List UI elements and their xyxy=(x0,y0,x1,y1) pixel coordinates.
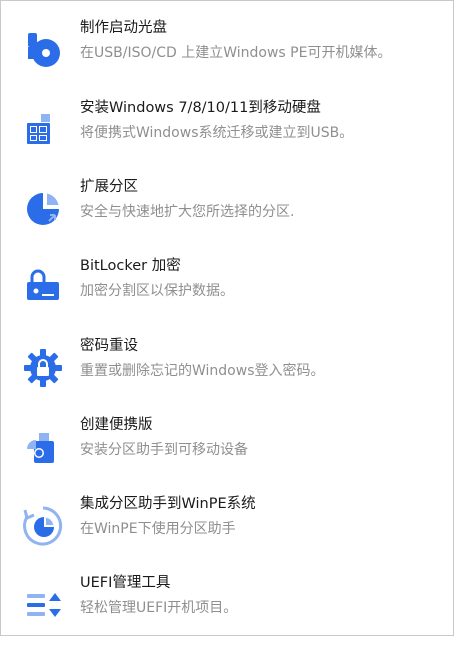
menu-item-make-bootable-media[interactable]: 制作启动光盘 在USB/ISO/CD 上建立Windows PE可开机媒体。 xyxy=(1,18,453,90)
item-title: 创建便携版 xyxy=(80,417,153,433)
menu-item-bitlocker[interactable]: BitLocker 加密 加密分割区以保护数据。 xyxy=(1,256,453,328)
windows-to-go-icon xyxy=(19,106,67,154)
item-description: 重置或删除忘记的Windows登入密码。 xyxy=(80,363,325,379)
item-description: 在USB/ISO/CD 上建立Windows PE可开机媒体。 xyxy=(80,45,392,61)
item-description: 在WinPE下使用分区助手 xyxy=(80,521,236,537)
item-description: 安装分区助手到可移动设备 xyxy=(80,442,248,458)
integrate-winpe-icon xyxy=(19,502,67,550)
bootable-disc-icon xyxy=(19,26,67,74)
menu-item-uefi-manager[interactable]: UEFI管理工具 轻松管理UEFI开机项目。 xyxy=(1,573,453,645)
uefi-manager-icon xyxy=(19,581,67,629)
portable-version-icon xyxy=(19,423,67,471)
item-description: 安全与快速地扩大您所选择的分区. xyxy=(80,204,295,220)
item-title: 扩展分区 xyxy=(80,179,138,195)
item-title: 制作启动光盘 xyxy=(80,20,167,36)
menu-item-password-reset[interactable]: 密码重设 重置或删除忘记的Windows登入密码。 xyxy=(1,336,453,408)
bitlocker-lock-icon xyxy=(19,264,67,312)
item-title: BitLocker 加密 xyxy=(80,258,181,274)
menu-item-windows-to-go[interactable]: 安装Windows 7/8/10/11到移动硬盘 将便携式Windows系统迁移… xyxy=(1,98,453,170)
item-title: 安装Windows 7/8/10/11到移动硬盘 xyxy=(80,100,321,116)
item-description: 轻松管理UEFI开机项目。 xyxy=(80,600,238,616)
menu-item-integrate-winpe[interactable]: 集成分区助手到WinPE系统 在WinPE下使用分区助手 xyxy=(1,494,453,566)
item-title: UEFI管理工具 xyxy=(80,575,171,591)
menu-item-create-portable[interactable]: 创建便携版 安装分区助手到可移动设备 xyxy=(1,415,453,487)
menu-item-extend-partition[interactable]: 扩展分区 安全与快速地扩大您所选择的分区. xyxy=(1,177,453,249)
extend-partition-icon xyxy=(19,185,67,233)
item-title: 密码重设 xyxy=(80,338,138,354)
item-description: 加密分割区以保护数据。 xyxy=(80,283,234,299)
password-reset-gear-icon xyxy=(19,344,67,392)
item-description: 将便携式Windows系统迁移或建立到USB。 xyxy=(80,125,354,141)
tools-menu-panel: 制作启动光盘 在USB/ISO/CD 上建立Windows PE可开机媒体。 安… xyxy=(0,0,454,636)
item-title: 集成分区助手到WinPE系统 xyxy=(80,496,256,512)
